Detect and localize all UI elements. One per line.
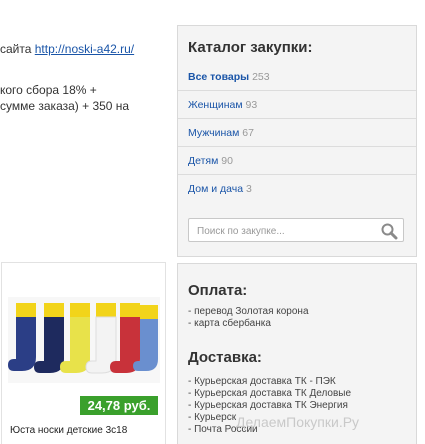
payment-list: - перевод Золотая корона - карта сбербан…	[188, 306, 309, 330]
payment-item: - перевод Золотая корона	[188, 306, 309, 317]
product-image[interactable]	[8, 297, 160, 383]
catalog-item-kids[interactable]: Детям 90	[178, 147, 416, 175]
site-line: сайта http://noski-a42.ru/	[0, 41, 134, 57]
catalog-item-women[interactable]: Женщинам 93	[178, 91, 416, 119]
catalog-item-count: 90	[221, 155, 233, 167]
product-card[interactable]: 24,78 руб. Юста носки детские 3с18	[1, 262, 166, 444]
catalog-item-count: 93	[245, 99, 258, 111]
delivery-title: Доставка:	[188, 349, 262, 366]
catalog-item-count: 3	[245, 183, 252, 195]
catalog-item-label: Мужчинам	[188, 127, 240, 139]
catalog-item-label: Все товары	[188, 71, 250, 83]
delivery-item: - Курьерская доставка ТК Энергия	[188, 400, 348, 411]
price-badge[interactable]: 24,78 руб.	[80, 396, 158, 415]
catalog-item-men[interactable]: Мужчинам 67	[178, 119, 416, 147]
product-name[interactable]: Юста носки детские 3с18	[10, 425, 127, 436]
catalog-title: Каталог закупки:	[188, 39, 313, 56]
catalog-item-home[interactable]: Дом и дача 3	[178, 175, 416, 203]
catalog-item-count: 67	[242, 127, 254, 139]
payment-item: - карта сбербанка	[188, 318, 271, 329]
delivery-item: - Курьерская доставка ТК - ПЭК	[188, 376, 336, 387]
catalog-item-label: Детям	[188, 155, 219, 167]
delivery-item: - Курьерская доставка ТК Деловые	[188, 388, 352, 399]
info-text: кого сбора 18% + сумме заказа) + 350 на	[0, 82, 129, 114]
catalog-search	[188, 218, 404, 242]
catalog-list: Все товары 253 Женщинам 93 Мужчинам 67 Д…	[178, 63, 416, 203]
catalog-item-all[interactable]: Все товары 253	[178, 63, 416, 91]
catalog-item-label: Дом и дача	[188, 183, 244, 195]
site-prefix: сайта	[0, 42, 35, 56]
info-line-1: кого сбора 18% +	[0, 83, 97, 97]
catalog-panel: Каталог закупки: Все товары 253 Женщинам…	[177, 25, 417, 257]
info-line-2: сумме заказа) + 350 на	[0, 99, 130, 113]
payment-title: Оплата:	[188, 282, 248, 299]
site-link[interactable]: http://noski-a42.ru/	[35, 42, 134, 56]
catalog-item-count: 253	[252, 71, 270, 83]
catalog-item-label: Женщинам	[188, 99, 243, 111]
search-icon[interactable]	[380, 222, 398, 240]
search-input[interactable]	[195, 223, 375, 240]
watermark: ДелаемПокупки.Ру	[236, 414, 360, 430]
